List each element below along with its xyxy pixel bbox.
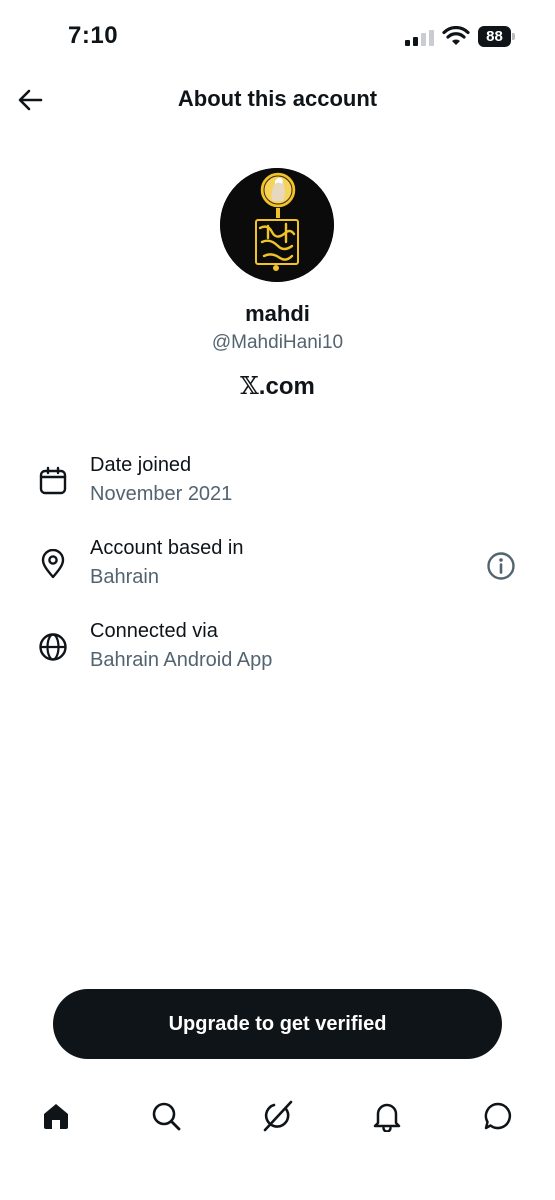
nav-grok[interactable] <box>259 1098 295 1134</box>
avatar-image <box>220 168 334 282</box>
nav-notifications[interactable] <box>369 1098 405 1134</box>
nav-messages[interactable] <box>480 1098 516 1134</box>
bottom-nav <box>0 1082 555 1152</box>
info-value: November 2021 <box>90 483 233 505</box>
grok-icon <box>263 1100 293 1132</box>
calendar-icon <box>39 466 67 495</box>
username-handle: @MahdiHani10 <box>211 332 344 353</box>
info-row-connected-via: Connected via Bahrain Android App <box>0 620 555 690</box>
display-name: mahdi <box>245 301 310 326</box>
info-value: Bahrain Android App <box>90 649 273 671</box>
globe-icon <box>39 633 67 661</box>
info-row-date-joined: Date joined November 2021 <box>0 454 555 524</box>
home-icon <box>44 1104 68 1129</box>
search-icon <box>152 1102 181 1131</box>
messages-icon <box>484 1102 512 1130</box>
x-logo-glyph: 𝕏 <box>240 372 259 400</box>
status-time: 7:10 <box>68 22 119 49</box>
domain-label: 𝕏.com <box>0 372 555 401</box>
domain-suffix: .com <box>258 373 315 400</box>
wifi-icon <box>442 26 470 45</box>
header: About this account <box>0 72 555 128</box>
info-row-account-based-in: Account based in Bahrain <box>0 537 555 607</box>
battery-level: 88 <box>478 26 511 47</box>
page-title: About this account <box>177 86 378 111</box>
upgrade-verified-button[interactable]: Upgrade to get verified <box>53 989 502 1059</box>
nav-home[interactable] <box>38 1098 74 1134</box>
cellular-signal-icon <box>405 30 434 46</box>
avatar[interactable] <box>220 168 334 282</box>
location-pin-icon <box>41 549 65 579</box>
info-value: Bahrain <box>90 566 159 588</box>
info-title: Connected via <box>90 620 218 642</box>
status-bar: 7:10 88 <box>0 0 555 72</box>
info-icon[interactable] <box>486 551 516 581</box>
bell-icon <box>373 1103 401 1132</box>
nav-search[interactable] <box>148 1098 184 1134</box>
info-title: Account based in <box>90 537 244 559</box>
battery-icon: 88 <box>478 26 516 47</box>
info-title: Date joined <box>90 454 192 476</box>
